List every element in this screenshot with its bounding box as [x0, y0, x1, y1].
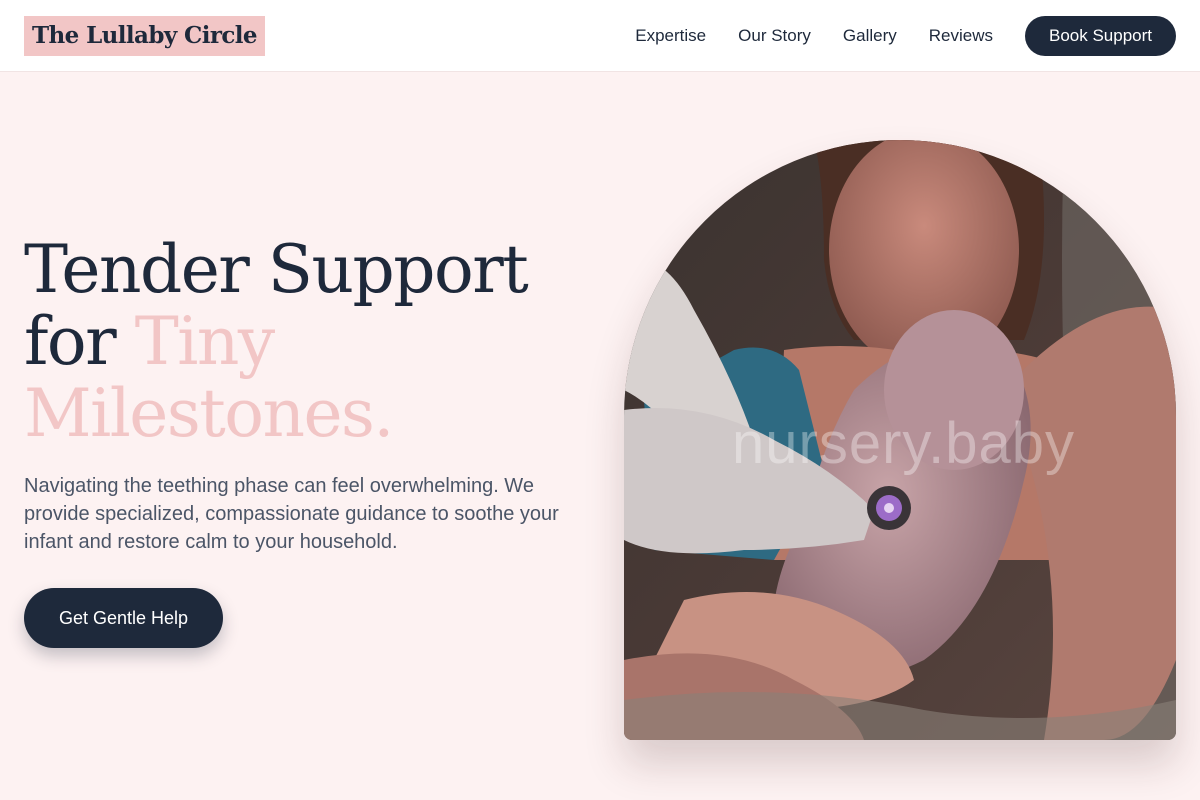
hero-title-line1: Tender Support: [24, 231, 529, 308]
nav-link-expertise[interactable]: Expertise: [635, 26, 706, 46]
site-logo[interactable]: The Lullaby Circle: [24, 16, 265, 56]
get-gentle-help-button[interactable]: Get Gentle Help: [24, 588, 223, 648]
hero-title-accent-tiny: Tiny: [134, 303, 275, 380]
nav-link-our-story[interactable]: Our Story: [738, 26, 811, 46]
book-support-button[interactable]: Book Support: [1025, 16, 1176, 56]
hero-subtitle: Navigating the teething phase can feel o…: [24, 475, 559, 553]
hero-title: Tender Support for Tiny Milestones.: [24, 234, 604, 450]
nav-link-gallery[interactable]: Gallery: [843, 26, 897, 46]
site-header: The Lullaby Circle Expertise Our Story G…: [0, 0, 1200, 72]
hero-title-accent-milestones: Milestones.: [24, 375, 394, 452]
main-nav: Expertise Our Story Gallery Reviews: [635, 0, 993, 72]
hero-photo: nursery.baby: [624, 140, 1176, 740]
hero-title-for: for: [24, 303, 135, 380]
nav-link-reviews[interactable]: Reviews: [929, 26, 993, 46]
image-watermark: nursery.baby: [732, 411, 1075, 476]
